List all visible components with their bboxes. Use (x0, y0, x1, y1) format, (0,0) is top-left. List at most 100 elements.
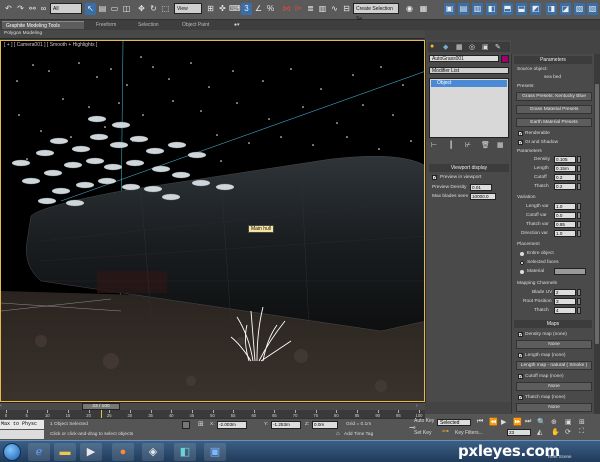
hierarchy-tab-icon[interactable]: ▦ (456, 43, 463, 51)
max-blades-spinner[interactable]: 10000.0 (470, 193, 496, 200)
render-setup-icon[interactable]: ▦ (418, 3, 429, 15)
renderable-checkbox[interactable]: ✓ (518, 131, 523, 137)
blade-uv-spin-arrows[interactable] (577, 289, 581, 296)
ribbon-options-icon[interactable]: ●▾ (230, 21, 244, 29)
undo-icon[interactable]: ↶ (3, 3, 14, 15)
earth-material-presets-button[interactable]: Earth Material Presets (516, 118, 592, 127)
mapping-thatch-spinner[interactable]: 4 (554, 307, 576, 314)
pin-stack-icon[interactable]: ⊢ (431, 141, 437, 149)
scale-icon[interactable]: ⬚ (160, 3, 171, 15)
maxscript-output[interactable] (0, 430, 44, 439)
rect-selection-icon[interactable]: ▭ (109, 3, 120, 15)
3ds-max-icon[interactable]: ◧ (174, 443, 196, 461)
density-spinner[interactable]: 0.105 (554, 156, 576, 163)
render-to-texture-icon[interactable]: ▧ (574, 3, 585, 15)
modifier-list-dropdown[interactable]: Modifier List (429, 67, 509, 74)
cutoff-spinner[interactable]: 0.2 (554, 174, 576, 181)
render-region-icon[interactable]: ◩ (530, 3, 541, 15)
reference-coord-dropdown[interactable]: View (174, 3, 202, 14)
material-radio[interactable] (520, 270, 524, 274)
maps-header[interactable]: Maps (514, 320, 592, 328)
select-object-icon[interactable]: ↖ (85, 3, 96, 15)
length-spinner[interactable]: 0.15m (554, 165, 576, 172)
render-last-icon[interactable]: ⬓ (516, 3, 527, 15)
internet-explorer-icon[interactable]: ℯ (28, 443, 50, 461)
source-object-value[interactable]: sea bed (544, 75, 561, 80)
parameters-scrollbar[interactable] (594, 54, 600, 414)
cutoff-map-checkbox[interactable]: ✓ (518, 374, 523, 380)
media-player-icon[interactable]: ▶ (80, 443, 102, 461)
render-production-icon[interactable]: ▤ (458, 3, 469, 15)
layer-icon[interactable]: ≣ (305, 3, 316, 15)
rendered-frame-icon[interactable]: ▣ (444, 3, 455, 15)
scrollbar-thumb[interactable] (595, 84, 599, 344)
current-frame-field[interactable]: 23 (507, 429, 531, 436)
maximize-viewport-icon[interactable]: ⛶ (579, 428, 584, 436)
remove-modifier-icon[interactable]: 🗑 (481, 141, 490, 149)
length-spin-arrows[interactable] (577, 165, 581, 172)
time-tag-icon[interactable]: ⌂ (336, 431, 342, 438)
add-time-tag[interactable]: Add Time Tag (344, 432, 373, 437)
thatch-map-checkbox[interactable]: ✓ (518, 395, 523, 401)
render-iterative-icon[interactable]: ▥ (472, 3, 483, 15)
play-icon[interactable]: ▶ (501, 418, 506, 426)
selection-filter-dropdown[interactable]: All (50, 3, 82, 14)
link-icon[interactable]: ⚯ (27, 3, 38, 15)
z-coordinate-field[interactable]: 0.0m (312, 421, 338, 429)
maxscript-listener[interactable]: Max to Physc (0, 420, 44, 429)
file-explorer-icon[interactable]: ▬ (54, 443, 76, 461)
selected-faces-radio[interactable] (520, 261, 524, 265)
cutoff-var-spinner[interactable]: 0.0 (554, 212, 576, 219)
mapping-thatch-spin-arrows[interactable] (577, 307, 581, 314)
thatch-var-spin-arrows[interactable] (577, 221, 581, 228)
camera-viewport[interactable]: [ + ] [ Camera001 ] [ Smooth + Highlight… (0, 40, 425, 402)
named-selection-dropdown[interactable]: Create Selection Se (353, 3, 399, 22)
gi-shadow-checkbox[interactable]: ✓ (518, 140, 523, 146)
cutoff-spin-arrows[interactable] (577, 174, 581, 181)
absolute-mode-icon[interactable]: ⊞ (198, 421, 206, 429)
viewport-label[interactable]: [ + ] [ Camera001 ] [ Smooth + Highlight… (4, 42, 97, 48)
orbit-icon[interactable]: ⟳ (565, 428, 571, 436)
thatch-spin-arrows[interactable] (577, 183, 581, 190)
modify-tab-icon[interactable]: ◆ (443, 43, 448, 51)
material-id-spinner[interactable] (554, 268, 586, 275)
graphite-toggle-icon[interactable]: ▥ (317, 3, 328, 15)
move-icon[interactable]: ✥ (136, 3, 147, 15)
rotate-icon[interactable]: ↻ (148, 3, 159, 15)
density-map-checkbox[interactable]: ✓ (518, 332, 523, 338)
time-slider-thumb[interactable]: 23 / 100 (81, 403, 120, 410)
density-spin-arrows[interactable] (577, 156, 581, 163)
activeshade-icon[interactable]: ◧ (486, 3, 497, 15)
density-map-button[interactable]: None (516, 340, 592, 349)
start-button-icon[interactable] (3, 443, 21, 461)
tab-freeform[interactable]: Freeform (92, 21, 120, 29)
angle-snap-icon[interactable]: ∠ (253, 3, 264, 15)
select-by-name-icon[interactable]: ▤ (97, 3, 108, 15)
direction-var-spinner[interactable]: 1.0 (554, 230, 576, 237)
cutoff-map-button[interactable]: None (516, 382, 592, 391)
zoom-icon[interactable]: 🔍 (537, 418, 546, 426)
percent-snap-icon[interactable]: % (265, 3, 276, 15)
pan-icon[interactable]: ✋ (551, 428, 560, 436)
x-coordinate-field[interactable]: -2.003m (217, 421, 247, 429)
environment-icon[interactable]: ◨ (546, 3, 557, 15)
display-tab-icon[interactable]: ▣ (482, 43, 489, 51)
key-filters-button[interactable]: Key Filters... (455, 430, 483, 436)
goto-start-icon[interactable]: ⏮ (477, 418, 483, 426)
snap-toggle-icon[interactable]: 3 (241, 3, 252, 15)
grass-material-presets-button[interactable]: Grass Material Presets (516, 105, 592, 114)
entire-object-radio[interactable] (520, 252, 524, 256)
blade-uv-spinner[interactable]: 2 (554, 289, 576, 296)
firefox-icon[interactable]: ● (112, 443, 134, 461)
length-var-spin-arrows[interactable] (577, 203, 581, 210)
material-editor-icon[interactable]: ◉ (404, 3, 415, 15)
curve-editor-icon[interactable]: ∿ (329, 3, 340, 15)
mirror-icon[interactable]: ⋈ (281, 3, 292, 15)
object-color-swatch[interactable] (501, 55, 509, 63)
motion-tab-icon[interactable]: ◎ (469, 43, 475, 51)
length-map-button[interactable]: Length map - natural ( Smoke ) (516, 361, 592, 370)
tab-graphite-modeling[interactable]: Graphite Modeling Tools (2, 21, 84, 29)
y-coordinate-field[interactable]: -1.253m (271, 421, 301, 429)
redo-icon[interactable]: ↷ (15, 3, 26, 15)
next-key-icon[interactable]: ⏩ (513, 418, 522, 426)
